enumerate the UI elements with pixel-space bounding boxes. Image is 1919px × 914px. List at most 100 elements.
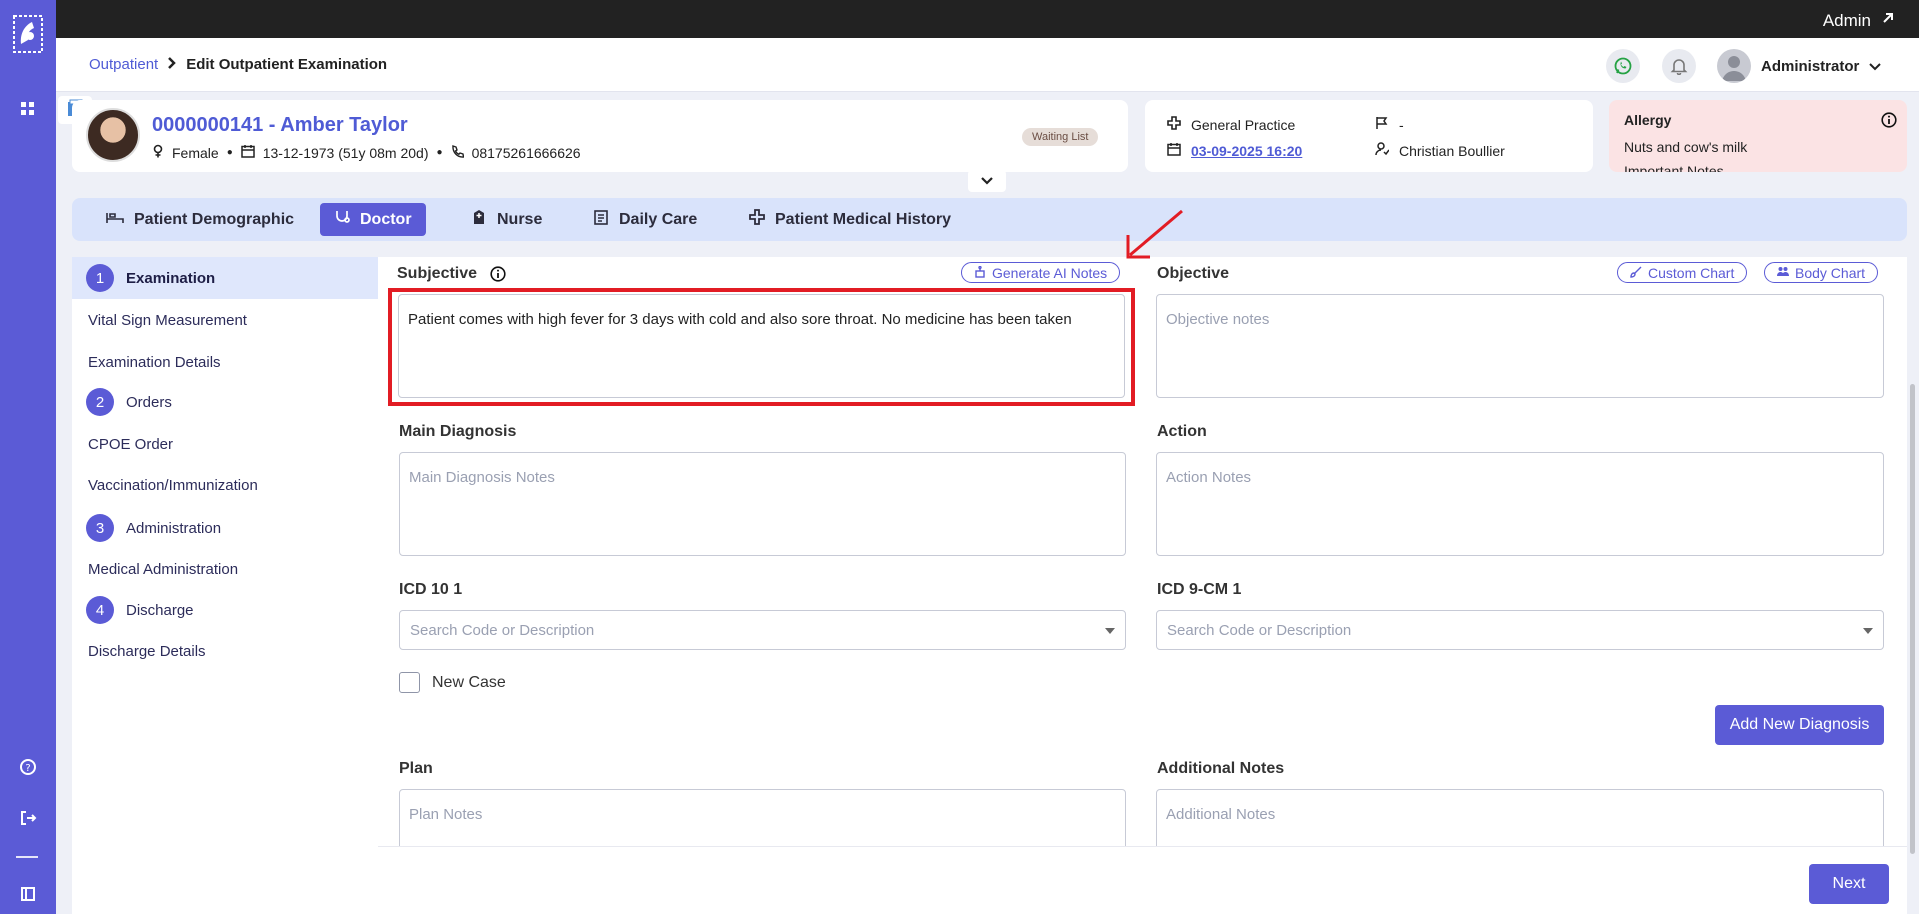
step-item-vaccination[interactable]: Vaccination/Immunization	[88, 477, 258, 494]
avatar	[1717, 49, 1751, 83]
user-name: Administrator	[1761, 57, 1860, 75]
bell-icon[interactable]	[1662, 49, 1696, 83]
patient-phone: 08175261666626	[471, 144, 581, 161]
panel-icon[interactable]	[16, 882, 40, 906]
help-icon[interactable]: ?	[16, 755, 40, 779]
additional-notes-label: Additional Notes	[1157, 760, 1285, 777]
new-case-checkbox[interactable]: New Case	[399, 672, 506, 693]
subjective-label: Subjective	[397, 265, 478, 282]
grid-menu-icon[interactable]	[16, 97, 40, 121]
medical-cross-icon	[1167, 116, 1181, 133]
app-logo-icon[interactable]	[12, 14, 44, 54]
step-label: Discharge	[126, 601, 194, 619]
bed-icon	[106, 209, 124, 230]
chevron-right-icon	[168, 56, 176, 73]
calendar-icon	[240, 144, 255, 161]
step-administration[interactable]: 3 Administration	[72, 507, 378, 549]
step-item-medical-administration[interactable]: Medical Administration	[88, 561, 238, 578]
add-new-diagnosis-button[interactable]: Add New Diagnosis	[1715, 705, 1884, 745]
allergy-card: Allergy Nuts and cow's milk Important No…	[1609, 100, 1907, 172]
step-examination[interactable]: 1 Examination	[72, 257, 378, 299]
step-label: Orders	[126, 393, 172, 411]
patient-meta: Female ● 13-12-1973 (51y 08m 20d) ● 0817…	[152, 144, 581, 161]
icd9-select[interactable]: Search Code or Description	[1156, 610, 1884, 650]
tab-nurse[interactable]: Nurse	[457, 203, 556, 236]
brush-icon	[1630, 265, 1642, 281]
step-item-examination-details[interactable]: Examination Details	[88, 354, 221, 371]
generate-ai-label: Generate AI Notes	[992, 264, 1108, 281]
user-menu[interactable]: Administrator	[1717, 49, 1882, 83]
icd10-label: ICD 10 1	[399, 581, 463, 598]
icd9-label: ICD 9-CM 1	[1157, 581, 1242, 598]
checkbox-box[interactable]	[399, 672, 420, 693]
step-orders[interactable]: 2 Orders	[72, 381, 378, 423]
gender-icon	[152, 144, 164, 161]
patient-gender: Female	[172, 144, 219, 161]
chevron-down-icon	[981, 172, 993, 190]
expand-toggle[interactable]	[968, 170, 1006, 192]
main-diagnosis-label: Main Diagnosis	[399, 423, 517, 440]
tab-label: Daily Care	[619, 210, 698, 228]
people-icon	[1777, 265, 1789, 281]
caret-down-icon	[1105, 628, 1115, 634]
step-discharge[interactable]: 4 Discharge	[72, 589, 378, 631]
logout-icon[interactable]	[16, 806, 40, 830]
subjective-textarea[interactable]: Patient comes with high fever for 3 days…	[398, 294, 1125, 398]
annotation-arrow-icon	[1126, 209, 1183, 259]
main-diagnosis-textarea[interactable]: Main Diagnosis Notes	[399, 452, 1126, 556]
phone-icon	[451, 144, 464, 161]
doctor-bag-icon	[334, 209, 350, 230]
scrollbar[interactable]	[1910, 384, 1915, 854]
allergy-value: Nuts and cow's milk	[1624, 139, 1748, 155]
visit-priority: -	[1375, 116, 1404, 133]
medical-cross-icon	[749, 209, 765, 230]
custom-chart-button[interactable]: Custom Chart	[1617, 262, 1748, 283]
rail-divider	[16, 856, 38, 858]
step-sidebar: 1 Examination Vital Sign Measurement Exa…	[72, 257, 378, 914]
info-icon[interactable]	[490, 266, 506, 287]
top-bar: Admin	[56, 0, 1919, 38]
action-textarea[interactable]: Action Notes	[1156, 452, 1884, 556]
step-item-discharge-details[interactable]: Discharge Details	[88, 643, 206, 660]
icd10-select[interactable]: Search Code or Description	[399, 610, 1126, 650]
svg-text:?: ?	[25, 763, 30, 774]
next-button[interactable]: Next	[1809, 864, 1889, 904]
info-icon[interactable]	[1881, 112, 1897, 133]
visit-date-link[interactable]: 03-09-2025 16:20	[1191, 143, 1302, 159]
visit-date: 03-09-2025 16:20	[1167, 142, 1302, 159]
whatsapp-icon[interactable]	[1606, 49, 1640, 83]
page-header: Outpatient Edit Outpatient Examination A…	[56, 38, 1919, 92]
patient-name[interactable]: 0000000141 - Amber Taylor	[152, 114, 408, 137]
clipboard-icon	[593, 209, 609, 230]
body-chart-button[interactable]: Body Chart	[1764, 262, 1879, 283]
plan-label: Plan	[399, 760, 433, 777]
breadcrumb-outpatient-link[interactable]: Outpatient	[89, 56, 158, 73]
doctor-icon	[1375, 142, 1390, 159]
objective-textarea[interactable]: Objective notes	[1156, 294, 1884, 398]
visit-doctor: Christian Boullier	[1375, 142, 1505, 159]
tab-patient-demographic[interactable]: Patient Demographic	[92, 203, 308, 236]
step-number: 4	[86, 596, 114, 624]
step-label: Administration	[126, 519, 222, 537]
step-label: Examination	[126, 269, 216, 287]
external-link-icon[interactable]	[1882, 11, 1894, 29]
visit-card: General Practice 03-09-2025 16:20 - Chri…	[1145, 100, 1593, 172]
tab-doctor[interactable]: Doctor	[320, 203, 426, 236]
tab-daily-care[interactable]: Daily Care	[579, 203, 711, 236]
action-label: Action	[1157, 423, 1207, 440]
left-rail: ?	[0, 0, 56, 914]
tab-label: Nurse	[497, 210, 543, 228]
calendar-icon	[1167, 142, 1181, 159]
body-chart-label: Body Chart	[1795, 264, 1866, 281]
nurse-icon	[471, 209, 487, 230]
generate-ai-notes-button[interactable]: Generate AI Notes	[961, 262, 1121, 283]
form-footer: Next	[378, 846, 1907, 914]
tab-patient-medical-history[interactable]: Patient Medical History	[735, 203, 965, 236]
new-case-label: New Case	[432, 673, 506, 691]
step-item-cpoe-order[interactable]: CPOE Order	[88, 436, 173, 453]
objective-label: Objective	[1157, 265, 1230, 282]
status-badge: Waiting List	[1022, 128, 1099, 146]
step-item-vital-sign[interactable]: Vital Sign Measurement	[88, 312, 247, 329]
admin-label[interactable]: Admin	[1823, 11, 1871, 31]
breadcrumb: Outpatient Edit Outpatient Examination	[89, 56, 387, 73]
